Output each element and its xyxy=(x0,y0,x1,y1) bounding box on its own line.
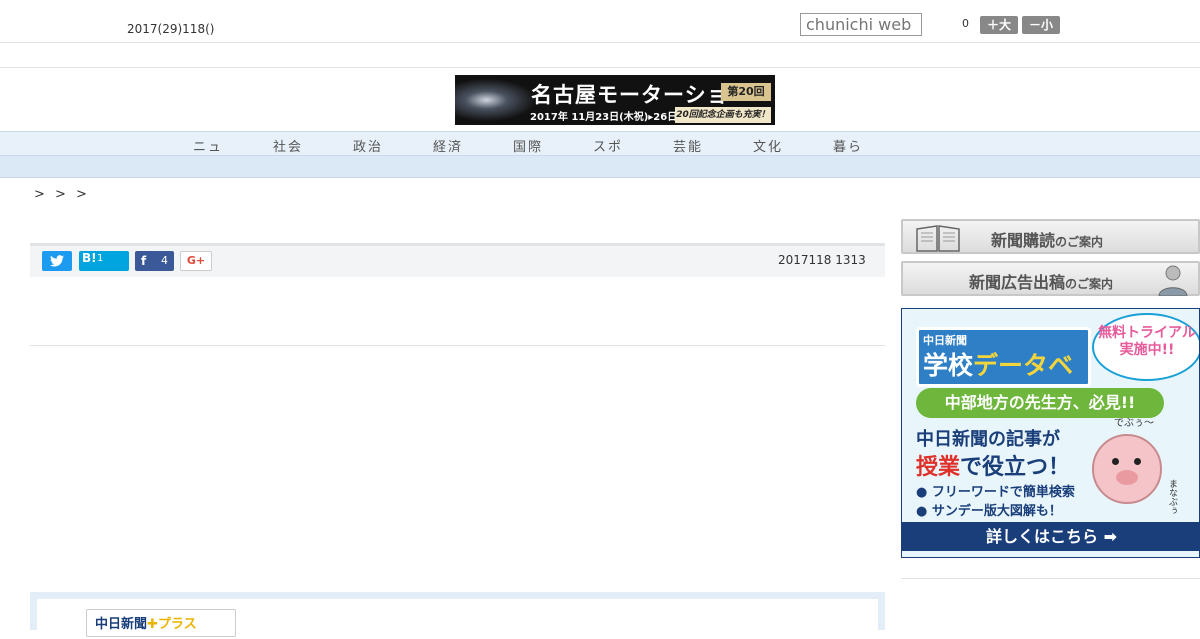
ad-bullet-1: ● フリーワードで簡単検索 xyxy=(916,485,1075,500)
facebook-count: 4 xyxy=(161,254,168,267)
ad-main-highlight: 授業 xyxy=(916,455,961,480)
banner-dates: 2017年 11月23日(木祝)▸26日(日) xyxy=(530,112,697,123)
mascot-nose xyxy=(1116,470,1138,485)
ad-main-line2: で役立つ！ xyxy=(960,455,1071,480)
banner-tagline: 20回記念企画も充実！ xyxy=(675,107,771,123)
nav-item[interactable]: スポ xyxy=(593,136,623,155)
font-larger-button[interactable]: ＋大 xyxy=(980,16,1018,34)
subscription-info-button[interactable]: 新聞購読のご案内 xyxy=(901,219,1200,254)
trial-line1: 無料トライアル xyxy=(1098,325,1196,341)
hatena-icon: B! xyxy=(82,251,97,265)
facebook-share-button[interactable]: f 4 xyxy=(135,251,174,271)
school-database-ad[interactable]: 中日新聞 学校データベース 無料トライアル 実施中!! 中部地方の先生方、必見!… xyxy=(901,308,1200,558)
nav-item[interactable]: 国際 xyxy=(513,136,543,155)
pig-mascot-icon xyxy=(1092,434,1162,504)
published-date: 2017118 1313 xyxy=(778,253,866,267)
google-plus-button[interactable]: G+ xyxy=(180,251,212,271)
mascot-speech: でぶぅ〜 xyxy=(1114,418,1154,429)
ad-details-link[interactable]: 詳しくはこちら ➡ xyxy=(902,522,1199,551)
book-icon xyxy=(916,225,960,252)
trial-line2: 実施中!! xyxy=(1119,342,1175,358)
nav-item[interactable]: 経済 xyxy=(433,136,463,155)
nav-item[interactable]: 文化 xyxy=(753,136,783,155)
person-icon xyxy=(1158,265,1188,296)
hatena-bookmark-button[interactable]: B! 1 xyxy=(79,251,129,271)
advertising-info-button[interactable]: 新聞広告出稿のご案内 xyxy=(901,261,1200,296)
motor-show-banner[interactable]: 名古屋モーターショー 第20回 2017年 11月23日(木祝)▸26日(日) … xyxy=(455,75,775,125)
advertising-suffix: のご案内 xyxy=(1065,277,1114,291)
font-smaller-button[interactable]: －小 xyxy=(1022,16,1060,34)
nav-item[interactable]: ニュ xyxy=(193,136,223,155)
main-nav: ニュ 社会 政治 経済 国際 スポ 芸能 文化 暮ら xyxy=(0,131,1200,156)
search-input[interactable] xyxy=(800,13,922,36)
mascot-eye-left xyxy=(1112,458,1119,465)
trial-bubble: 無料トライアル 実施中!! xyxy=(1092,313,1199,381)
mascot-name: まなぶぅ xyxy=(1167,479,1177,515)
chunichi-plus-box: 中日新聞✚プラス xyxy=(30,592,885,639)
facebook-icon: f xyxy=(141,254,147,268)
sub-nav xyxy=(0,156,1200,178)
content-divider xyxy=(30,345,885,346)
share-bar: B! 1 f 4 G+ xyxy=(30,243,885,277)
chunichi-plus-logo[interactable]: 中日新聞✚プラス xyxy=(86,609,236,637)
current-date: 2017(29)118() xyxy=(127,22,215,36)
subscription-title: 新聞購読 xyxy=(991,231,1056,250)
mascot-eye-right xyxy=(1134,458,1141,465)
ad-brand-main: 学校 xyxy=(923,351,974,380)
nav-item[interactable]: 社会 xyxy=(273,136,303,155)
ad-brand: 中日新聞 学校データベース xyxy=(916,327,1091,416)
advertising-title: 新聞広告出稿 xyxy=(969,273,1066,292)
counter: 0 xyxy=(962,17,969,30)
ad-main-line1: 中日新聞の記事が xyxy=(916,429,1060,450)
nav-item[interactable]: 政治 xyxy=(353,136,383,155)
banner-badge: 第20回 xyxy=(721,83,771,101)
twitter-share-button[interactable] xyxy=(42,251,72,271)
hatena-count: 1 xyxy=(97,253,104,264)
top-bar: 2017(29)118() 0 ＋大 －小 xyxy=(0,0,1200,43)
ad-bullet-2: ● サンデー版大図解も！ xyxy=(916,504,1062,519)
banner-title: 名古屋モーターショー xyxy=(531,83,751,107)
twitter-icon xyxy=(50,255,64,267)
breadcrumb[interactable]: > > > xyxy=(34,187,90,202)
nav-item[interactable]: 芸能 xyxy=(673,136,703,155)
subscription-suffix: のご案内 xyxy=(1055,235,1104,249)
header-strip xyxy=(0,43,1200,68)
nav-item[interactable]: 暮ら xyxy=(833,136,863,155)
sidebar-divider xyxy=(901,578,1200,579)
